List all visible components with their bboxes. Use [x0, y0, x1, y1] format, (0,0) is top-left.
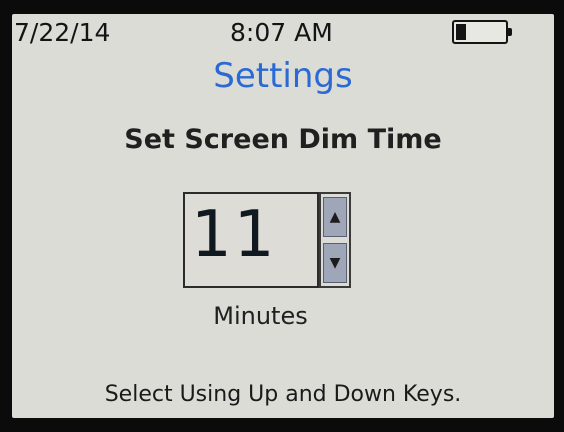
battery-body: [452, 20, 508, 44]
page-title: Settings: [213, 56, 353, 96]
status-time: 8:07 AM: [230, 18, 333, 47]
battery-tip: [507, 28, 512, 36]
unit-label: Minutes: [213, 302, 308, 330]
dim-time-stepper[interactable]: ▲ ▼: [319, 192, 351, 288]
instruction-hint: Select Using Up and Down Keys.: [104, 382, 462, 407]
decrement-button[interactable]: ▼: [323, 243, 347, 283]
dim-time-value: 11: [191, 198, 277, 272]
device-bezel: 7/22/14 8:07 AM Settings Set Screen Dim …: [0, 0, 564, 432]
increment-button[interactable]: ▲: [323, 197, 347, 237]
dim-time-value-field[interactable]: 11: [183, 192, 319, 288]
status-date: 7/22/14: [14, 18, 111, 47]
setting-heading: Set Screen Dim Time: [124, 124, 442, 155]
battery-level-fill: [456, 24, 466, 40]
device-screen: 7/22/14 8:07 AM Settings Set Screen Dim …: [12, 14, 554, 418]
arrow-up-icon: ▲: [329, 209, 341, 225]
battery-icon: [452, 20, 512, 44]
arrow-down-icon: ▼: [329, 255, 341, 271]
